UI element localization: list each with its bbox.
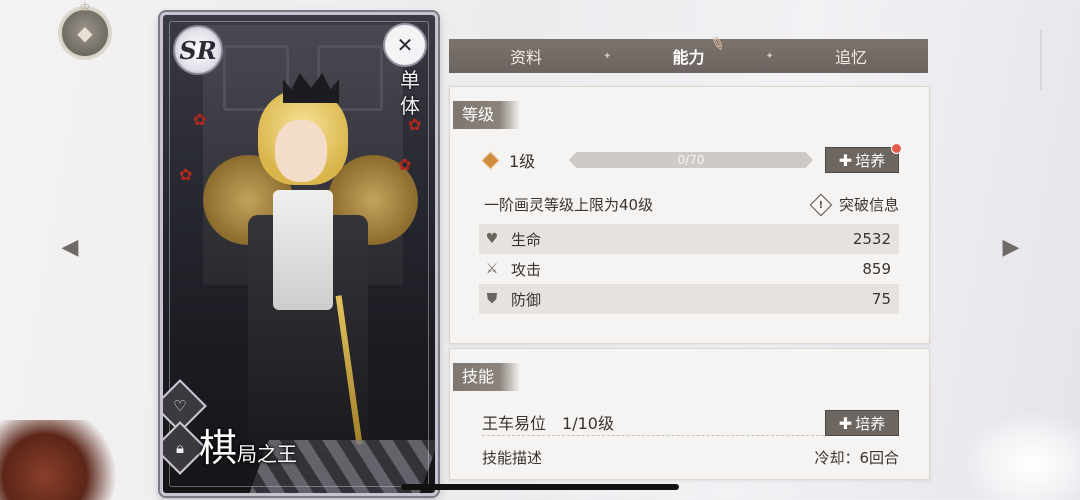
stat-value: 75 bbox=[871, 290, 891, 308]
target-type-label: 单体 bbox=[400, 68, 420, 118]
level-train-button[interactable]: ✚ 培养 bbox=[825, 143, 902, 173]
exp-progress-text: 0/70 bbox=[677, 153, 705, 167]
tab-separator-icon: ✦ bbox=[765, 50, 774, 62]
level-panel: 等级 1级 0/70 ✚ 培养 一阶画灵等级上限为40级 ! 突破信息 ♥ 生命… bbox=[449, 86, 930, 344]
skill-row: 王车易位 1/10级 ✚ 培养 bbox=[482, 409, 899, 436]
card-rose-art: ✿ bbox=[193, 110, 207, 129]
breakthrough-label: 突破信息 bbox=[838, 196, 899, 214]
skill-level: 1/10级 bbox=[562, 414, 614, 433]
rarity-label: SR bbox=[179, 35, 217, 65]
plus-icon: ✚ bbox=[838, 413, 853, 433]
background-butterfly-decoration bbox=[960, 410, 1080, 500]
skill-train-button[interactable]: ✚ 培养 bbox=[825, 410, 899, 436]
skill-panel: 技能 王车易位 1/10级 ✚ 培养 技能描述 冷却：6回合 bbox=[449, 348, 930, 480]
skill-desc-row: 技能描述 冷却：6回合 bbox=[482, 447, 899, 468]
breakthrough-info-button[interactable]: ! 突破信息 bbox=[809, 193, 899, 216]
card-rose-art: ✿ bbox=[398, 155, 412, 174]
crest-icon: ♔ bbox=[79, 0, 91, 14]
skill-name: 王车易位 bbox=[482, 414, 547, 433]
stat-value: 2532 bbox=[852, 230, 891, 248]
tab-memories[interactable]: 追忆 bbox=[774, 44, 928, 68]
card-shirt-art bbox=[273, 190, 333, 310]
rarity-badge: SR bbox=[173, 25, 223, 75]
notification-dot bbox=[891, 143, 902, 154]
shield-icon: ⛊ bbox=[486, 291, 498, 307]
character-card[interactable]: ✿ ✿ ✿ ✿ SR ✕ 单体 ♡ 🔒︎ 棋局之王 bbox=[160, 12, 438, 496]
tab-label: 追忆 bbox=[834, 48, 867, 67]
stat-name: 生命 bbox=[511, 230, 542, 249]
stat-row-defense: ⛊ 防御 75 bbox=[479, 284, 899, 314]
level-diamond-icon bbox=[481, 150, 500, 170]
skill-cooldown: 冷却：6回合 bbox=[814, 449, 899, 467]
previous-character-arrow[interactable]: ◀ bbox=[55, 232, 85, 262]
tab-separator-icon: ✦ bbox=[603, 50, 612, 62]
stat-row-attack: ⚔ 攻击 859 bbox=[479, 254, 899, 284]
heart-icon: ♥ bbox=[485, 231, 499, 247]
swords-icon: ⚔ bbox=[485, 261, 499, 277]
home-indicator[interactable] bbox=[401, 484, 679, 490]
card-face-art bbox=[275, 120, 327, 182]
home-icon: ◆ bbox=[77, 21, 93, 45]
plus-icon: ✚ bbox=[838, 150, 853, 170]
level-value: 1级 bbox=[509, 152, 536, 171]
tab-label: 能力 bbox=[672, 48, 705, 67]
background-cross-decoration bbox=[1040, 30, 1042, 90]
tab-profile[interactable]: 资料 bbox=[449, 44, 603, 68]
skill-section-title: 技能 bbox=[453, 363, 521, 391]
quill-icon: ✎ bbox=[706, 32, 729, 57]
train-label: 培养 bbox=[855, 414, 886, 433]
card-rose-art: ✿ bbox=[179, 165, 193, 184]
tab-abilities[interactable]: 能力 ✎ bbox=[611, 32, 765, 68]
detail-tabs: 资料 ✦ 能力 ✎ ✦ 追忆 bbox=[449, 32, 928, 73]
heart-icon: ♡ bbox=[173, 396, 187, 415]
lock-icon: 🔒︎ bbox=[176, 438, 184, 457]
train-label: 培养 bbox=[855, 151, 886, 170]
level-cap-row: 一阶画灵等级上限为40级 ! 突破信息 bbox=[484, 193, 899, 216]
info-icon: ! bbox=[809, 193, 833, 216]
character-name-rest: 局之王 bbox=[237, 442, 298, 466]
level-cap-text: 一阶画灵等级上限为40级 bbox=[484, 196, 654, 214]
skill-desc-label: 技能描述 bbox=[482, 449, 543, 467]
stats-list: ♥ 生命 2532 ⚔ 攻击 859 ⛊ 防御 75 bbox=[479, 224, 899, 314]
next-character-arrow[interactable]: ▶ bbox=[996, 232, 1026, 262]
stat-name: 攻击 bbox=[511, 260, 542, 279]
stat-value: 859 bbox=[862, 260, 891, 278]
arrow-left-icon: ◀ bbox=[61, 234, 79, 260]
exp-progress-bar: 0/70 bbox=[569, 152, 813, 168]
stat-name: 防御 bbox=[511, 290, 542, 309]
character-name-main: 棋 bbox=[199, 426, 238, 470]
background-rose-decoration bbox=[0, 420, 150, 500]
character-name: 棋局之王 bbox=[199, 417, 297, 472]
target-type-icon: ✕ bbox=[383, 23, 427, 67]
tab-label: 资料 bbox=[510, 48, 543, 67]
arrow-right-icon: ▶ bbox=[1002, 234, 1020, 260]
level-section-title: 等级 bbox=[453, 101, 521, 129]
stat-row-hp: ♥ 生命 2532 bbox=[479, 224, 899, 254]
home-button[interactable]: ♔ ◆ bbox=[60, 0, 110, 58]
level-row: 1级 0/70 ✚ 培养 bbox=[481, 143, 902, 173]
